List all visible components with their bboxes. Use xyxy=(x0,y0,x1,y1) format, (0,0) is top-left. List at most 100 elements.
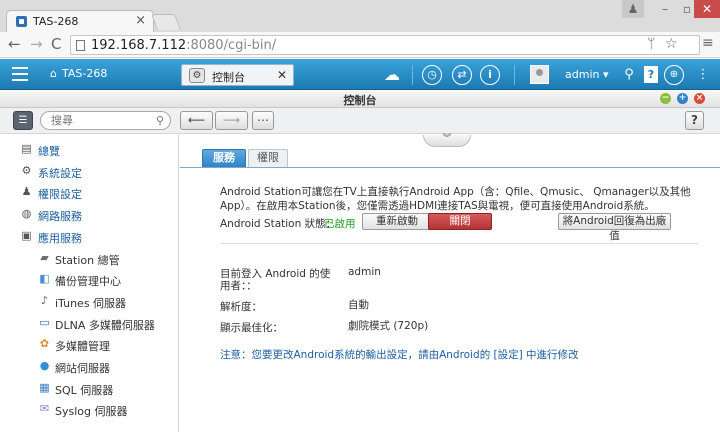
sidebar-item-label: Syslog 伺服器 xyxy=(55,405,128,419)
multimedia-icon: ✿ xyxy=(39,337,50,351)
sidebar-item-label: 多媒體管理 xyxy=(55,340,110,354)
main-panel: ︾ 服務 權限 Android Station可讓您在TV上直接執行Androi… xyxy=(180,135,720,432)
sidebar-item-label: 系統設定 xyxy=(38,166,82,180)
bookmark-star-icon[interactable]: ☆ xyxy=(665,36,678,52)
reload-icon[interactable]: C xyxy=(51,35,61,53)
cloud-icon[interactable]: ☁ xyxy=(382,65,402,85)
sidebar-item[interactable]: ▣ 應用服務 xyxy=(0,226,178,246)
sidebar-item[interactable]: ▰ Station 總管 xyxy=(0,248,178,268)
app-tab-label: 控制台 xyxy=(212,71,245,84)
qnap-favicon-icon xyxy=(16,16,27,27)
search-icon[interactable]: ⚲ xyxy=(156,114,164,127)
app-grid-icon[interactable]: ⋯ xyxy=(252,111,274,130)
forward-button[interactable]: ⟶ xyxy=(215,111,248,130)
more-options-icon[interactable]: ⋮ xyxy=(693,65,713,85)
forward-arrow-icon[interactable]: → xyxy=(30,35,43,53)
address-bar-row: ← → C 192.168.7.112:8080/cgi-bin/ ᛘ ☆ ≡ xyxy=(0,32,720,58)
divider xyxy=(412,65,413,85)
network-icon: ◍ xyxy=(21,207,32,221)
search-icon[interactable]: ⚲ xyxy=(619,65,639,85)
sidebar-item[interactable]: ▦ SQL 伺服器 xyxy=(0,378,178,398)
resolution-label: 解析度： xyxy=(220,301,262,313)
collapse-chevron-icon[interactable]: ︾ xyxy=(423,135,471,147)
divider xyxy=(220,243,698,244)
status-label: Android Station 狀態： xyxy=(220,218,337,230)
user-icon: ♟ xyxy=(21,185,32,199)
chrome-menu-icon[interactable]: ≡ xyxy=(702,35,714,51)
user-avatar[interactable] xyxy=(530,65,549,84)
qts-top-bar: ⌂ TAS-268 ⚙ 控制台 ✕ ☁ ◷ ⇄ i admin ▾ ⚲ ? ⊕ ⋮ xyxy=(0,59,720,90)
restart-button[interactable]: 重新啟動 xyxy=(362,213,432,230)
minimize-app-icon[interactable]: − xyxy=(660,93,671,104)
home-button[interactable]: ⌂ TAS-268 xyxy=(50,67,107,80)
sidebar-item-label: 網路服務 xyxy=(38,210,82,224)
language-globe-icon[interactable]: ⊕ xyxy=(664,65,684,85)
back-arrow-icon[interactable]: ← xyxy=(8,35,21,53)
itunes-icon: ♪ xyxy=(40,293,49,307)
toggle-sidebar-icon[interactable]: ☰ xyxy=(13,111,33,130)
web-server-icon: ● xyxy=(39,359,50,372)
close-tab-icon[interactable]: × xyxy=(135,13,146,28)
close-app-icon[interactable]: × xyxy=(694,93,705,104)
browser-tab-strip: TAS-268 × ♟ – ▫ ✕ xyxy=(0,0,720,32)
syslog-icon: ✉ xyxy=(39,402,50,416)
settings-note: 注意：您要更改Android系統的輸出設定，請由Android的 [設定] 中進… xyxy=(220,349,579,361)
app-tab-control-panel[interactable]: ⚙ 控制台 ✕ xyxy=(181,64,294,86)
factory-reset-button[interactable]: 將Android回復為出廠值 xyxy=(558,213,671,242)
back-button[interactable]: ⟵ xyxy=(180,111,213,130)
profile-icon[interactable]: ♟ xyxy=(622,0,644,18)
tab-permission[interactable]: 權限 xyxy=(248,149,288,167)
close-app-tab-icon[interactable]: ✕ xyxy=(277,68,287,82)
browser-tab-title: TAS-268 xyxy=(33,15,79,28)
external-device-icon[interactable]: ⇄ xyxy=(452,65,472,85)
close-window-icon[interactable]: ✕ xyxy=(694,0,720,18)
sidebar-item[interactable]: ▤ 總覽 xyxy=(0,139,178,159)
control-panel-icon: ⚙ xyxy=(189,68,205,83)
sidebar-item-label: 備份管理中心 xyxy=(55,275,121,289)
url-path: :8080/cgi-bin/ xyxy=(186,38,277,53)
sidebar-item-label: 權限設定 xyxy=(38,188,82,202)
sidebar-item[interactable]: ⚙ 系統設定 xyxy=(0,161,178,181)
username-menu[interactable]: admin ▾ xyxy=(565,68,608,81)
main-menu-icon[interactable] xyxy=(12,67,28,81)
extension-icon[interactable]: ᛘ xyxy=(647,36,655,52)
search-input[interactable] xyxy=(51,114,151,127)
divider xyxy=(514,65,515,85)
dlna-icon: ▭ xyxy=(39,315,50,329)
help-icon[interactable]: ? xyxy=(644,66,658,83)
station-icon: ▰ xyxy=(40,250,49,264)
sidebar-item[interactable]: ◧ 備份管理中心 xyxy=(0,269,178,289)
help-button[interactable]: ? xyxy=(685,111,704,130)
window-title-bar: 控制台 − + × xyxy=(0,90,720,108)
backup-icon: ◧ xyxy=(39,272,50,286)
sidebar-item[interactable]: ✿ 多媒體管理 xyxy=(0,334,178,354)
sidebar-item-label: Station 總管 xyxy=(55,253,120,267)
event-notification-icon[interactable]: i xyxy=(480,65,500,85)
browser-tab[interactable]: TAS-268 × xyxy=(6,10,154,32)
page-icon xyxy=(76,40,85,51)
sidebar-item[interactable]: ✉ Syslog 伺服器 xyxy=(0,399,178,419)
sidebar-item[interactable]: ● 網站伺服器 xyxy=(0,356,178,376)
search-field[interactable]: ⚲ xyxy=(40,111,171,130)
maximize-app-icon[interactable]: + xyxy=(677,93,688,104)
background-task-icon[interactable]: ◷ xyxy=(422,65,442,85)
sidebar-item-label: 網站伺服器 xyxy=(55,362,110,375)
sidebar-item[interactable]: ▭ DLNA 多媒體伺服器 xyxy=(0,313,178,333)
sidebar-item-label: iTunes 伺服器 xyxy=(55,296,127,310)
url-field[interactable]: 192.168.7.112:8080/cgi-bin/ ᛘ ☆ xyxy=(70,35,700,55)
sidebar-item-label: 應用服務 xyxy=(38,231,82,245)
close-button[interactable]: 關閉 xyxy=(428,213,492,230)
home-icon: ⌂ xyxy=(50,67,57,80)
sidebar-item[interactable]: ♟ 權限設定 xyxy=(0,182,178,202)
app-toolbar: ☰ ⚲ ⟵ ⟶ ⋯ ? xyxy=(0,108,720,134)
window-title: 控制台 xyxy=(343,94,377,107)
sidebar-item[interactable]: ◍ 網路服務 xyxy=(0,204,178,224)
new-tab-button[interactable] xyxy=(151,14,181,30)
device-name: TAS-268 xyxy=(61,67,108,80)
tab-service[interactable]: 服務 xyxy=(202,149,246,167)
sidebar-item[interactable]: ♪ iTunes 伺服器 xyxy=(0,291,178,311)
current-user-label: 目前登入 Android 的使用者：： xyxy=(220,268,331,292)
display-optimization-value: 劇院模式 (720p) xyxy=(348,320,429,332)
sidebar-item-label: 總覽 xyxy=(38,145,60,158)
gear-icon: ⚙ xyxy=(21,163,32,177)
